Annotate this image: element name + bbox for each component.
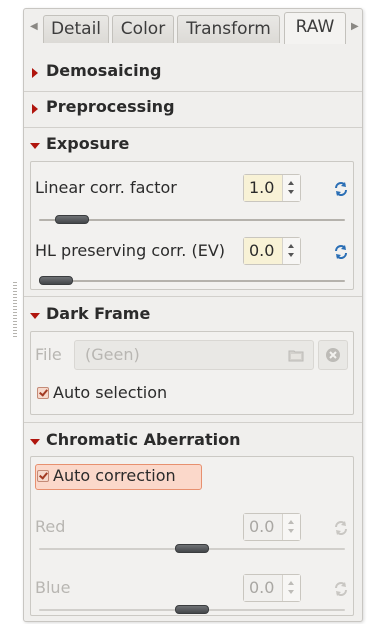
chevron-right-icon[interactable]: ▶	[351, 21, 359, 32]
folder-icon[interactable]	[288, 348, 304, 362]
tab-detail[interactable]: Detail	[43, 15, 109, 43]
hl-corr-label: HL preserving corr. (EV)	[35, 241, 226, 260]
linear-corr-spinbox[interactable]: 1.0	[243, 174, 301, 202]
hl-corr-slider-handle[interactable]	[39, 276, 73, 285]
section-title: Demosaicing	[46, 61, 162, 80]
file-label: File	[35, 345, 62, 364]
section-ca-header[interactable]: Chromatic Aberration	[24, 426, 362, 458]
spin-down-icon[interactable]	[288, 253, 294, 257]
tab-transform[interactable]: Transform	[177, 15, 280, 43]
auto-correction-checkbox[interactable]	[37, 470, 49, 482]
caret-right-icon	[32, 68, 38, 78]
auto-selection-checkbox[interactable]	[37, 387, 49, 399]
tab-raw[interactable]: RAW	[284, 12, 346, 44]
caret-right-icon	[32, 104, 38, 114]
reset-icon	[335, 582, 347, 596]
spin-value[interactable]: 1.0	[244, 175, 284, 201]
spin-buttons[interactable]	[282, 238, 300, 264]
section-title: Preprocessing	[46, 97, 175, 116]
section-title: Exposure	[46, 134, 130, 153]
red-label: Red	[35, 517, 66, 536]
spin-value[interactable]: 0.0	[244, 238, 284, 264]
exposure-frame: Linear corr. factor 1.0 HL preserving co…	[30, 161, 354, 290]
auto-selection-label[interactable]: Auto selection	[53, 383, 167, 402]
hl-corr-spinbox[interactable]: 0.0	[243, 237, 301, 265]
caret-down-icon	[30, 439, 40, 445]
spin-down-icon	[288, 590, 294, 594]
reset-icon[interactable]	[333, 181, 349, 197]
spin-down-icon[interactable]	[288, 190, 294, 194]
spin-buttons	[282, 514, 300, 540]
spin-up-icon	[288, 581, 294, 585]
blue-slider-handle	[175, 605, 209, 614]
section-preprocessing-header[interactable]: Preprocessing	[24, 93, 362, 125]
tab-bar: ◀ Detail Color Transform RAW ▶	[24, 9, 362, 45]
spin-up-icon[interactable]	[288, 181, 294, 185]
section-darkframe-header[interactable]: Dark Frame	[24, 300, 362, 332]
panel-resize-handle[interactable]	[13, 282, 17, 338]
file-chooser[interactable]: (Geen)	[74, 340, 314, 370]
hl-corr-slider-track[interactable]	[39, 280, 345, 282]
tab-color[interactable]: Color	[112, 15, 174, 43]
spin-value: 0.0	[244, 514, 284, 540]
spin-up-icon	[288, 520, 294, 524]
file-chooser-value: (Geen)	[85, 345, 140, 364]
section-title: Dark Frame	[46, 304, 151, 323]
chevron-left-icon[interactable]: ◀	[30, 21, 38, 32]
reset-icon[interactable]	[333, 244, 349, 260]
spin-buttons	[282, 575, 300, 601]
separator	[24, 91, 362, 92]
caret-down-icon	[30, 143, 40, 149]
reset-icon	[335, 521, 347, 535]
separator	[24, 127, 362, 128]
spin-down-icon	[288, 529, 294, 533]
linear-corr-label: Linear corr. factor	[35, 178, 177, 197]
raw-tool-panel: ◀ Detail Color Transform RAW ▶ Demosaici…	[23, 8, 363, 622]
linear-corr-slider-handle[interactable]	[55, 215, 90, 224]
separator	[24, 422, 362, 423]
blue-label: Blue	[35, 578, 71, 597]
spin-value: 0.0	[244, 575, 284, 601]
darkframe-frame: File (Geen) Auto selection	[30, 331, 354, 415]
auto-correction-label[interactable]: Auto correction	[53, 466, 176, 485]
section-exposure-header[interactable]: Exposure	[24, 130, 362, 162]
red-slider-handle	[175, 544, 209, 553]
clear-file-button[interactable]	[318, 340, 348, 370]
section-demosaicing-header[interactable]: Demosaicing	[24, 57, 362, 89]
clear-icon	[326, 348, 340, 362]
separator	[24, 296, 362, 297]
red-spinbox: 0.0	[243, 513, 301, 541]
spin-up-icon[interactable]	[288, 244, 294, 248]
section-title: Chromatic Aberration	[46, 430, 241, 449]
spin-buttons[interactable]	[282, 175, 300, 201]
blue-spinbox: 0.0	[243, 574, 301, 602]
ca-frame: Auto correction Red 0.0 Blue 0.0	[30, 456, 354, 616]
caret-down-icon	[30, 313, 40, 319]
